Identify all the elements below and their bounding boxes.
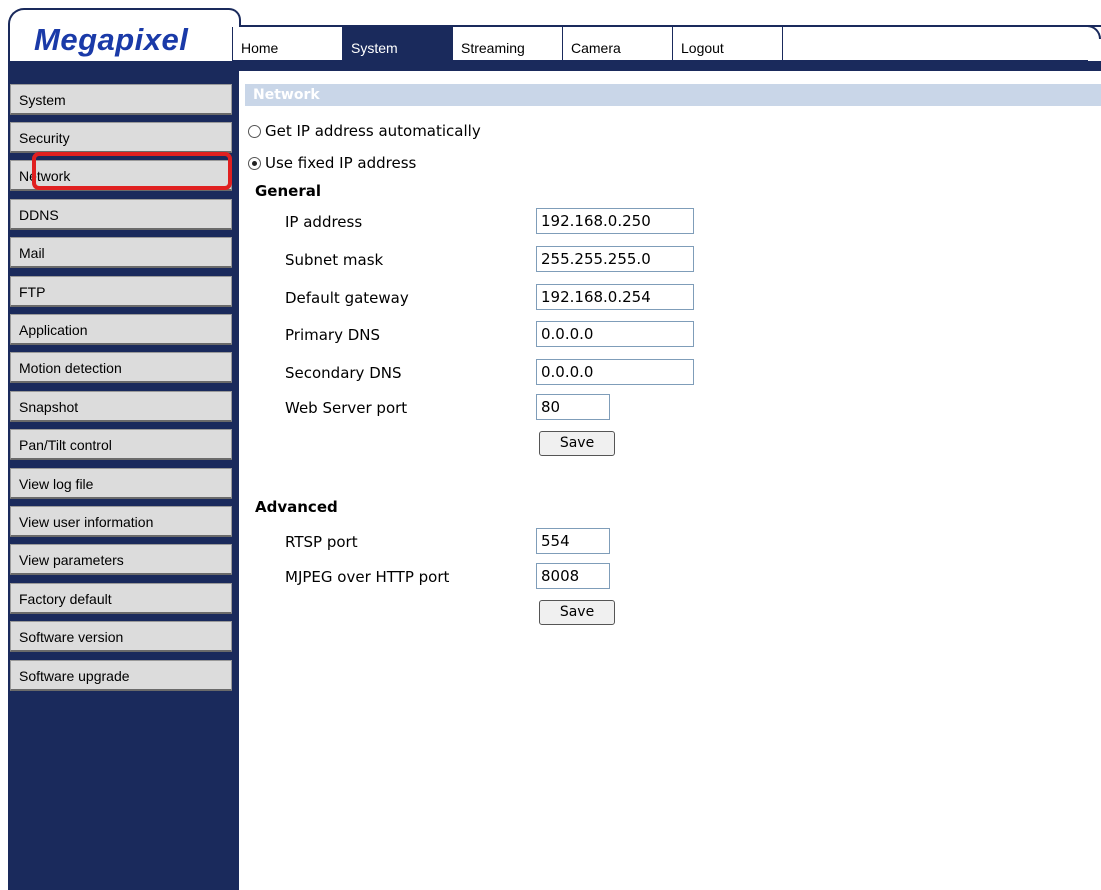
rtsp-port-label: RTSP port [285, 533, 358, 551]
sidebar-item-view-parameters[interactable]: View parameters [10, 544, 232, 575]
sidebar-item-motion-detection[interactable]: Motion detection [10, 352, 232, 383]
sidebar-item-view-log-file[interactable]: View log file [10, 468, 232, 499]
ip-address-label: IP address [285, 213, 363, 231]
advanced-heading: Advanced [255, 498, 338, 516]
header-nav-bar [8, 61, 1101, 71]
sidebar-item-software-upgrade[interactable]: Software upgrade [10, 660, 232, 691]
header-corner [1087, 25, 1101, 39]
radio-button-icon[interactable] [248, 124, 261, 138]
sidebar-item-view-user-information[interactable]: View user information [10, 506, 232, 537]
sidebar-item-system[interactable]: System [10, 84, 232, 115]
radio-get-ip-auto[interactable]: Get IP address automatically [248, 121, 481, 141]
sidebar-item-factory-default[interactable]: Factory default [10, 583, 232, 614]
secondary-dns-label: Secondary DNS [285, 364, 402, 382]
radio-fixed-label: Use fixed IP address [265, 154, 417, 172]
section-title-bar: Network [245, 84, 1101, 106]
sidebar-item-security[interactable]: Security [10, 122, 232, 153]
section-title: Network [253, 87, 320, 103]
tab-home[interactable]: Home [232, 27, 342, 61]
general-heading: General [255, 182, 321, 200]
sidebar-item-ddns[interactable]: DDNS [10, 199, 232, 230]
sidebar-item-ftp[interactable]: FTP [10, 276, 232, 307]
radio-use-fixed-ip[interactable]: Use fixed IP address [248, 153, 416, 173]
top-nav-tabs: Home System Streaming Camera Logout [232, 27, 1088, 61]
sidebar-item-pan-tilt-control[interactable]: Pan/Tilt control [10, 429, 232, 460]
mjpeg-port-field[interactable] [536, 563, 610, 589]
sidebar-item-software-version[interactable]: Software version [10, 621, 232, 652]
tab-logout[interactable]: Logout [672, 27, 782, 61]
general-save-button[interactable]: Save [539, 431, 615, 456]
sidebar-item-network[interactable]: Network [10, 160, 232, 191]
radio-auto-label: Get IP address automatically [265, 122, 481, 140]
radio-button-checked-icon[interactable] [248, 156, 261, 170]
rtsp-port-field[interactable] [536, 528, 610, 554]
primary-dns-label: Primary DNS [285, 326, 381, 344]
default-gateway-field[interactable] [536, 284, 694, 310]
mjpeg-port-label: MJPEG over HTTP port [285, 568, 450, 586]
tab-system[interactable]: System [342, 27, 452, 61]
sidebar-item-snapshot[interactable]: Snapshot [10, 391, 232, 422]
secondary-dns-field[interactable] [536, 359, 694, 385]
subnet-mask-field[interactable] [536, 246, 694, 272]
ip-address-field[interactable] [536, 208, 694, 234]
web-server-port-label: Web Server port [285, 399, 408, 417]
tab-camera[interactable]: Camera [562, 27, 672, 61]
subnet-mask-label: Subnet mask [285, 251, 384, 269]
default-gateway-label: Default gateway [285, 289, 409, 307]
tab-bar-filler [782, 27, 1088, 61]
web-server-port-field[interactable] [536, 394, 610, 420]
advanced-save-button[interactable]: Save [539, 600, 615, 625]
brand-logo: Megapixel [34, 22, 189, 57]
primary-dns-field[interactable] [536, 321, 694, 347]
sidebar-item-mail[interactable]: Mail [10, 237, 232, 268]
tab-streaming[interactable]: Streaming [452, 27, 562, 61]
sidebar-item-application[interactable]: Application [10, 314, 232, 345]
